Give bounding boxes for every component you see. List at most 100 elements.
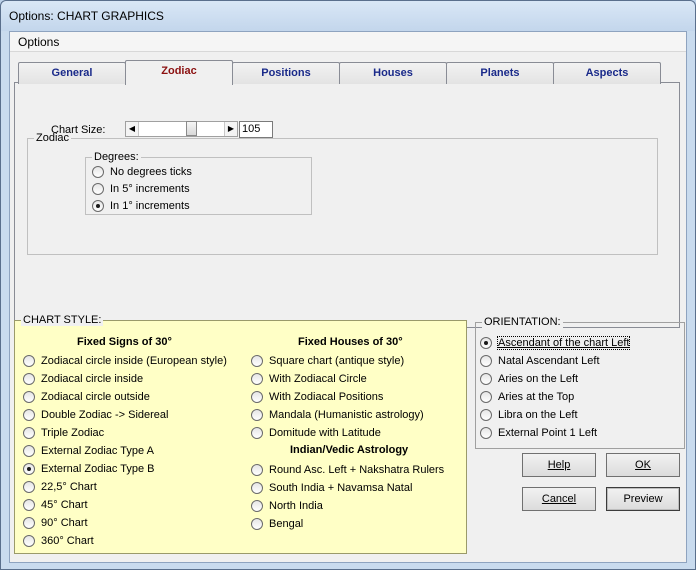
chart-size-label: Chart Size: bbox=[51, 124, 106, 136]
radio-label: Double Zodiac -> Sidereal bbox=[41, 409, 169, 421]
orientation-libra-left[interactable]: Libra on the Left bbox=[480, 407, 578, 423]
radio-icon bbox=[23, 481, 35, 493]
radio-label: Libra on the Left bbox=[498, 409, 578, 421]
radio-label: Bengal bbox=[269, 518, 304, 530]
radio-icon bbox=[23, 517, 35, 529]
vedic-north-india[interactable]: North India bbox=[251, 498, 323, 514]
radio-label: No degrees ticks bbox=[110, 166, 192, 178]
orientation-ascendant-left[interactable]: Ascendant of the chart Left bbox=[480, 335, 631, 351]
houses-mandala[interactable]: Mandala (Humanistic astrology) bbox=[251, 407, 424, 423]
tab-general[interactable]: General bbox=[18, 62, 126, 84]
style-external-b[interactable]: External Zodiac Type B bbox=[23, 461, 155, 477]
radio-label: Aries on the Left bbox=[498, 373, 579, 385]
preview-button-label: Preview bbox=[623, 493, 663, 505]
radio-label: 22,5° Chart bbox=[41, 481, 97, 493]
orientation-aries-left[interactable]: Aries on the Left bbox=[480, 371, 578, 387]
radio-label: External Zodiac Type B bbox=[41, 463, 155, 475]
style-zodiacal-inside[interactable]: Zodiacal circle inside bbox=[23, 371, 143, 387]
style-45-chart[interactable]: 45° Chart bbox=[23, 497, 88, 513]
houses-zodiacal-circle[interactable]: With Zodiacal Circle bbox=[251, 371, 367, 387]
title-bar[interactable]: Options: CHART GRAPHICS bbox=[1, 1, 695, 31]
radio-icon bbox=[23, 499, 35, 511]
fixed-houses-header: Fixed Houses of 30° bbox=[298, 336, 403, 348]
radio-label: Zodiacal circle inside bbox=[41, 373, 144, 385]
chart-style-group: CHART STYLE: Fixed Signs of 30° Fixed Ho… bbox=[14, 314, 467, 554]
radio-icon bbox=[480, 355, 492, 367]
help-button-label: Help bbox=[547, 459, 571, 471]
radio-icon bbox=[23, 427, 35, 439]
orientation-group: ORIENTATION: Ascendant of the chart Left… bbox=[475, 316, 685, 449]
radio-icon bbox=[480, 427, 492, 439]
slider-right-arrow-icon[interactable]: ▶ bbox=[224, 122, 237, 136]
vedic-header: Indian/Vedic Astrology bbox=[290, 444, 409, 456]
radio-icon bbox=[251, 518, 263, 530]
radio-icon bbox=[251, 355, 263, 367]
houses-square-chart[interactable]: Square chart (antique style) bbox=[251, 353, 404, 369]
radio-label: External Point 1 Left bbox=[498, 427, 598, 439]
slider-track[interactable] bbox=[140, 121, 223, 136]
chart-size-slider[interactable]: ◀ ▶ bbox=[125, 121, 238, 137]
menu-options[interactable]: Options bbox=[17, 35, 60, 49]
radio-icon bbox=[251, 482, 263, 494]
slider-left-arrow-icon[interactable]: ◀ bbox=[126, 122, 139, 136]
radio-label: 360° Chart bbox=[41, 535, 94, 547]
radio-label: Triple Zodiac bbox=[41, 427, 105, 439]
radio-icon bbox=[23, 409, 35, 421]
chart-size-value[interactable]: 105 bbox=[239, 121, 273, 138]
tab-houses[interactable]: Houses bbox=[339, 62, 447, 84]
cancel-button[interactable]: Cancel bbox=[522, 487, 596, 511]
cancel-button-label: Cancel bbox=[541, 493, 577, 505]
radio-label: South India + Navamsa Natal bbox=[269, 482, 413, 494]
style-22-5-chart[interactable]: 22,5° Chart bbox=[23, 479, 97, 495]
options-window: Options: CHART GRAPHICS Options Zodiac G… bbox=[0, 0, 696, 570]
degrees-option-5-deg[interactable]: In 5° increments bbox=[92, 181, 190, 197]
tab-positions[interactable]: Positions bbox=[232, 62, 340, 84]
radio-label: Round Asc. Left + Nakshatra Rulers bbox=[269, 464, 445, 476]
tab-planets[interactable]: Planets bbox=[446, 62, 554, 84]
ok-button[interactable]: OK bbox=[606, 453, 680, 477]
style-90-chart[interactable]: 90° Chart bbox=[23, 515, 88, 531]
style-double-zodiac[interactable]: Double Zodiac -> Sidereal bbox=[23, 407, 169, 423]
radio-icon bbox=[480, 373, 492, 385]
style-zodiacal-outside[interactable]: Zodiacal circle outside bbox=[23, 389, 150, 405]
radio-label: Zodiacal circle outside bbox=[41, 391, 150, 403]
window-title: Options: CHART GRAPHICS bbox=[9, 9, 164, 23]
preview-button[interactable]: Preview bbox=[606, 487, 680, 511]
houses-zodiacal-positions[interactable]: With Zodiacal Positions bbox=[251, 389, 383, 405]
radio-label: In 5° increments bbox=[110, 183, 190, 195]
orientation-aries-top[interactable]: Aries at the Top bbox=[480, 389, 574, 405]
vedic-round-asc[interactable]: Round Asc. Left + Nakshatra Rulers bbox=[251, 462, 444, 478]
tab-aspects[interactable]: Aspects bbox=[553, 62, 661, 84]
vedic-south-india[interactable]: South India + Navamsa Natal bbox=[251, 480, 412, 496]
radio-icon bbox=[480, 391, 492, 403]
radio-label: 90° Chart bbox=[41, 517, 88, 529]
radio-icon bbox=[23, 355, 35, 367]
radio-label: External Zodiac Type A bbox=[41, 445, 154, 457]
tab-zodiac[interactable]: Zodiac bbox=[125, 60, 233, 85]
orientation-natal-ascendant-left[interactable]: Natal Ascendant Left bbox=[480, 353, 600, 369]
radio-label: Ascendant of the chart Left bbox=[496, 336, 631, 350]
style-360-chart[interactable]: 360° Chart bbox=[23, 533, 94, 549]
radio-label: Mandala (Humanistic astrology) bbox=[269, 409, 424, 421]
degrees-option-1-deg[interactable]: In 1° increments bbox=[92, 198, 190, 214]
orientation-external-point-left[interactable]: External Point 1 Left bbox=[480, 425, 597, 441]
vedic-bengal[interactable]: Bengal bbox=[251, 516, 303, 532]
radio-icon bbox=[92, 183, 104, 195]
slider-thumb[interactable] bbox=[186, 121, 197, 136]
style-triple-zodiac[interactable]: Triple Zodiac bbox=[23, 425, 104, 441]
dialog-client-area: Options Zodiac General Zodiac Positions … bbox=[9, 31, 687, 563]
degrees-option-no-ticks[interactable]: No degrees ticks bbox=[92, 164, 192, 180]
ok-button-label: OK bbox=[635, 459, 651, 471]
style-external-a[interactable]: External Zodiac Type A bbox=[23, 443, 154, 459]
radio-icon bbox=[251, 464, 263, 476]
houses-domitude[interactable]: Domitude with Latitude bbox=[251, 425, 381, 441]
radio-icon bbox=[251, 391, 263, 403]
help-button[interactable]: Help bbox=[522, 453, 596, 477]
radio-icon bbox=[251, 427, 263, 439]
style-european[interactable]: Zodiacal circle inside (European style) bbox=[23, 353, 227, 369]
radio-label: With Zodiacal Positions bbox=[269, 391, 384, 403]
radio-icon bbox=[480, 409, 492, 421]
radio-checked-icon bbox=[23, 463, 35, 475]
radio-checked-icon bbox=[480, 337, 492, 349]
radio-icon bbox=[251, 500, 263, 512]
